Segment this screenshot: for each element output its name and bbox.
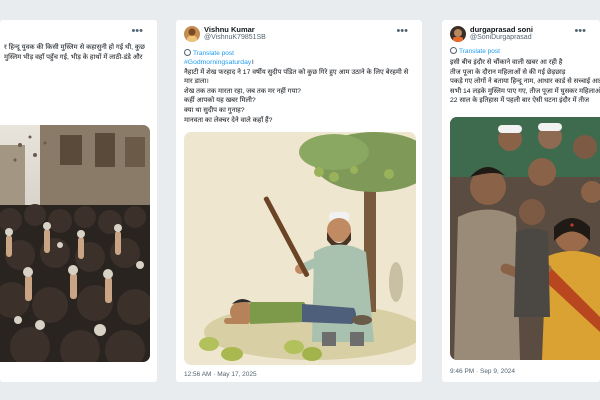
display-name[interactable]: durgaprasad soni — [470, 25, 533, 34]
post-card-2[interactable]: Vishnu Kumar @VishnuK79851SB ••• Transla… — [176, 20, 422, 382]
post-timestamp[interactable]: 12:56 AM · May 17, 2025 — [184, 371, 257, 378]
globe-icon — [450, 47, 457, 54]
user-handle[interactable]: @SoniDurgaprasad — [470, 34, 532, 41]
globe-icon — [184, 49, 191, 56]
post-text-line: इसी बीच इंदौर से चौंकाने वाली खबर आ रही … — [450, 59, 563, 66]
post-text: इसी बीच इंदौर से चौंकाने वाली खबर आ रही … — [450, 58, 600, 106]
hashtag-link[interactable]: #Godmorningsaturday — [184, 59, 251, 66]
post-image[interactable] — [184, 132, 416, 365]
post-timestamp[interactable]: 9:46 PM · Sep 9, 2024 — [450, 368, 515, 375]
post-text-line: क्या था सुदीप का गुनाह? — [184, 106, 245, 114]
translate-post-link[interactable]: Translate post — [450, 47, 500, 55]
post-text-line: र हिन्दू युवक की किसी मुस्लिम से कहासुनी… — [4, 44, 145, 51]
post-text-line: कहीं आपको यह खबर मिली? — [184, 97, 256, 105]
post-text-line: नैहाटी में शेख फरहाद ने 17 वर्षीय सुदीप … — [184, 68, 409, 76]
post-image[interactable] — [450, 117, 600, 360]
post-card-1[interactable]: ••• र हिन्दू युवक की किसी मुस्लिम से कहा… — [0, 20, 157, 382]
display-name[interactable]: Vishnu Kumar — [204, 25, 255, 34]
post-text-line: तीज पूजा के दौरान महिलाओं से की गई छेड़छ… — [450, 68, 566, 76]
post-text: #Godmorningsaturday। नैहाटी में शेख फरहा… — [184, 58, 416, 125]
translate-post-link[interactable]: Translate post — [184, 49, 234, 57]
translate-label: Translate post — [193, 50, 234, 57]
post-text-line: सभी 14 लड़के मुस्लिम पाए गए, तीज पूजा मे… — [450, 87, 600, 95]
avatar-image — [184, 26, 200, 42]
avatar[interactable] — [184, 26, 200, 42]
more-dots-icon[interactable]: ••• — [574, 25, 586, 37]
post-card-3[interactable]: durgaprasad soni @SoniDurgaprasad ••• Tr… — [442, 20, 600, 382]
illustration-image — [184, 132, 416, 365]
post-text-line: 22 साल के इतिहास में पहली बार ऐसी घटना इ… — [450, 97, 590, 105]
post-text-line: शेख तक तक मारता रहा, जब तक मर नहीं गया? — [184, 87, 301, 95]
post-text-line: मार डाला। — [184, 78, 209, 86]
post-text-line: मानवता का लेक्चर देने वाले कहाँ हैं? — [184, 116, 273, 124]
user-handle[interactable]: @VishnuK79851SB — [204, 34, 266, 41]
crowd-photo-image — [450, 117, 600, 360]
more-dots-icon[interactable]: ••• — [131, 25, 143, 37]
avatar-image — [450, 26, 466, 42]
post-image[interactable] — [0, 125, 150, 362]
more-dots-icon[interactable]: ••• — [396, 25, 408, 37]
post-text-line: मुस्लिम भीड़ वहाँ पहुँच गई, भीड़ के हाथो… — [4, 53, 143, 61]
post-text: र हिन्दू युवक की किसी मुस्लिम से कहासुनी… — [4, 43, 145, 62]
post-text-line: पकड़े गए लोगों ने बताया हिन्दू नाम, आधार… — [450, 78, 600, 86]
text-punct: । — [251, 59, 254, 66]
translate-label: Translate post — [459, 48, 500, 55]
avatar[interactable] — [450, 26, 466, 42]
crowd-image — [0, 125, 150, 362]
